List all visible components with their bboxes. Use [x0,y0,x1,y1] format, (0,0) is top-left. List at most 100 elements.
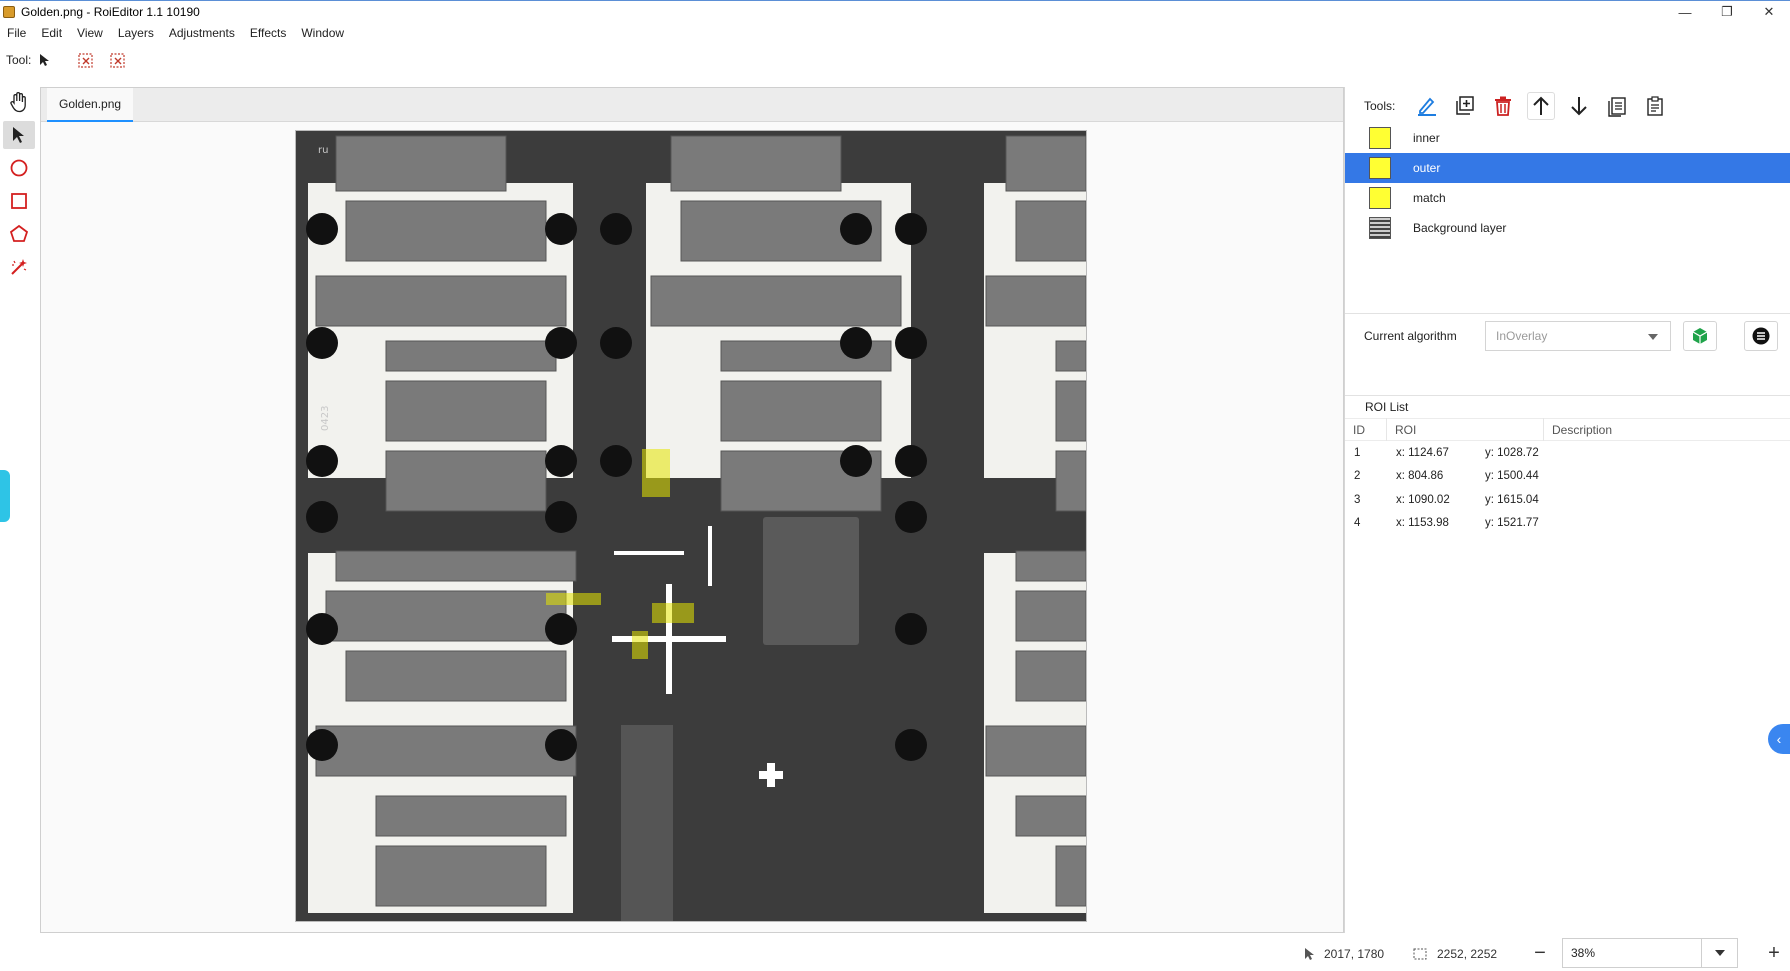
menu-layers[interactable]: Layers [111,26,162,40]
cursor-pos-value: 2017, 1780 [1324,946,1385,961]
menu-view[interactable]: View [70,26,111,40]
image-size-value: 2252, 2252 [1437,946,1498,961]
roi-overlay-2 [546,593,601,605]
table-row[interactable]: 1 x: 1124.67 y: 1028.72 [1345,441,1790,465]
roi-x: x: 1124.67 [1396,446,1449,459]
title-bar: Golden.png - RoiEditor 1.1 10190 — ❐ ✕ [0,0,1790,22]
move-up-icon[interactable] [1527,92,1556,120]
minimize-button[interactable]: — [1664,1,1706,23]
zoom-out-button[interactable]: − [1526,938,1554,968]
roi-overlay-4 [652,603,694,623]
column-roi[interactable]: ROI [1387,418,1544,441]
hand-icon[interactable] [3,88,35,116]
side-dock-handle[interactable] [0,470,10,522]
menu-adjustments[interactable]: Adjustments [162,26,243,40]
tools-label: Tools: [1364,99,1396,113]
layer-name: inner [1413,131,1440,145]
close-button[interactable]: ✕ [1748,1,1790,23]
layer-item-outer[interactable]: outer [1345,153,1790,183]
layer-item-background[interactable]: Background layer [1345,213,1790,243]
layer-color-swatch [1369,157,1391,179]
pointer-icon[interactable] [37,49,53,71]
layer-color-swatch [1369,187,1391,209]
algorithm-row: Current algorithm InOverlay [1345,313,1790,357]
selection-size-icon [1413,948,1427,959]
layer-name: outer [1413,161,1441,175]
zoom-dropdown-button[interactable] [1701,939,1737,967]
layer-item-match[interactable]: match [1345,183,1790,213]
edit-icon[interactable] [1413,92,1441,120]
tab-golden-png[interactable]: Golden.png [47,88,134,122]
roi-list-section: ROI List ID ROI Description 1 x: 1124.67… [1345,395,1790,535]
table-row[interactable]: 4 x: 1153.98 y: 1521.77 [1345,512,1790,536]
clear-roi-icon[interactable] [105,49,131,71]
chevron-left-icon: ‹ [1776,731,1782,747]
roi-table-body: 1 x: 1124.67 y: 1028.72 2 x: 804.86 y: 1… [1345,441,1790,535]
clear-selection-icon[interactable] [73,49,99,71]
roi-y: y: 1500.44 [1485,470,1539,483]
menu-edit[interactable]: Edit [34,26,70,40]
zoom-in-button[interactable]: + [1760,938,1788,968]
window-controls: — ❐ ✕ [1664,1,1790,23]
algorithm-value: InOverlay [1496,328,1548,343]
add-layer-icon[interactable] [1451,92,1479,120]
app-icon [3,5,15,18]
tab-label: Golden.png [59,97,122,111]
layer-name: Background layer [1413,221,1507,235]
paste-icon[interactable] [1641,92,1669,120]
column-id[interactable]: ID [1345,418,1387,441]
tool-label: Tool: [6,53,32,67]
move-down-icon[interactable] [1565,92,1593,120]
image-size: 2252, 2252 [1413,936,1497,971]
zoom-value: 38% [1571,946,1596,960]
layer-name: match [1413,191,1446,205]
roi-y: y: 1028.72 [1485,446,1539,459]
roi-list-title: ROI List [1365,400,1409,414]
menu-effects[interactable]: Effects [243,26,294,40]
layer-tools: Tools: [1345,89,1790,123]
chevron-down-icon [1648,333,1658,340]
collapse-panel-button[interactable]: ‹ [1768,724,1790,754]
inspection-image: ru 0423 [296,131,1087,921]
roi-overlay-3 [632,631,648,659]
rectangle-icon[interactable] [3,187,35,215]
polygon-icon[interactable] [3,220,35,248]
run-algorithm-button[interactable] [1683,320,1717,351]
magic-wand-icon[interactable] [3,253,35,281]
image-canvas[interactable]: ru 0423 [295,130,1087,922]
tool-row: Tool: [0,47,137,73]
roi-id: 4 [1354,517,1361,530]
left-toolbox [0,88,38,286]
zoom-select[interactable]: 38% [1562,938,1738,968]
delete-icon[interactable] [1489,92,1517,120]
maximize-button[interactable]: ❐ [1706,1,1748,23]
window-title: Golden.png - RoiEditor 1.1 10190 [21,4,200,19]
roi-overlay-1 [642,449,670,497]
corner-mark: ru [318,145,328,156]
roi-id: 1 [1354,446,1361,459]
layer-item-inner[interactable]: inner [1345,123,1790,153]
ellipse-icon[interactable] [3,154,35,182]
algorithm-settings-button[interactable] [1744,320,1778,351]
copy-icon[interactable] [1603,92,1631,120]
algorithm-label: Current algorithm [1364,328,1457,343]
table-row[interactable]: 3 x: 1090.02 y: 1615.04 [1345,488,1790,512]
roi-x: x: 1090.02 [1396,493,1450,506]
select-arrow-icon[interactable] [3,121,35,149]
menu-window[interactable]: Window [294,26,352,40]
algorithm-select[interactable]: InOverlay [1485,320,1671,351]
menu-file[interactable]: File [0,26,34,40]
background-thumbnail-icon [1369,217,1391,239]
cube-icon [1692,327,1708,344]
list-circle-icon [1752,327,1770,344]
menu-bar: File Edit View Layers Adjustments Effect… [0,22,1790,44]
document-area: Golden.png ru 0423 [40,87,1344,933]
table-row[interactable]: 2 x: 804.86 y: 1500.44 [1345,465,1790,489]
column-description[interactable]: Description [1544,418,1790,441]
roi-id: 2 [1354,470,1361,483]
layer-list: inner outer match Background layer [1345,123,1790,243]
roi-x: x: 804.86 [1396,470,1444,483]
cursor-icon [1305,947,1314,960]
cursor-position: 2017, 1780 [1304,936,1384,971]
roi-x: x: 1153.98 [1396,517,1449,530]
